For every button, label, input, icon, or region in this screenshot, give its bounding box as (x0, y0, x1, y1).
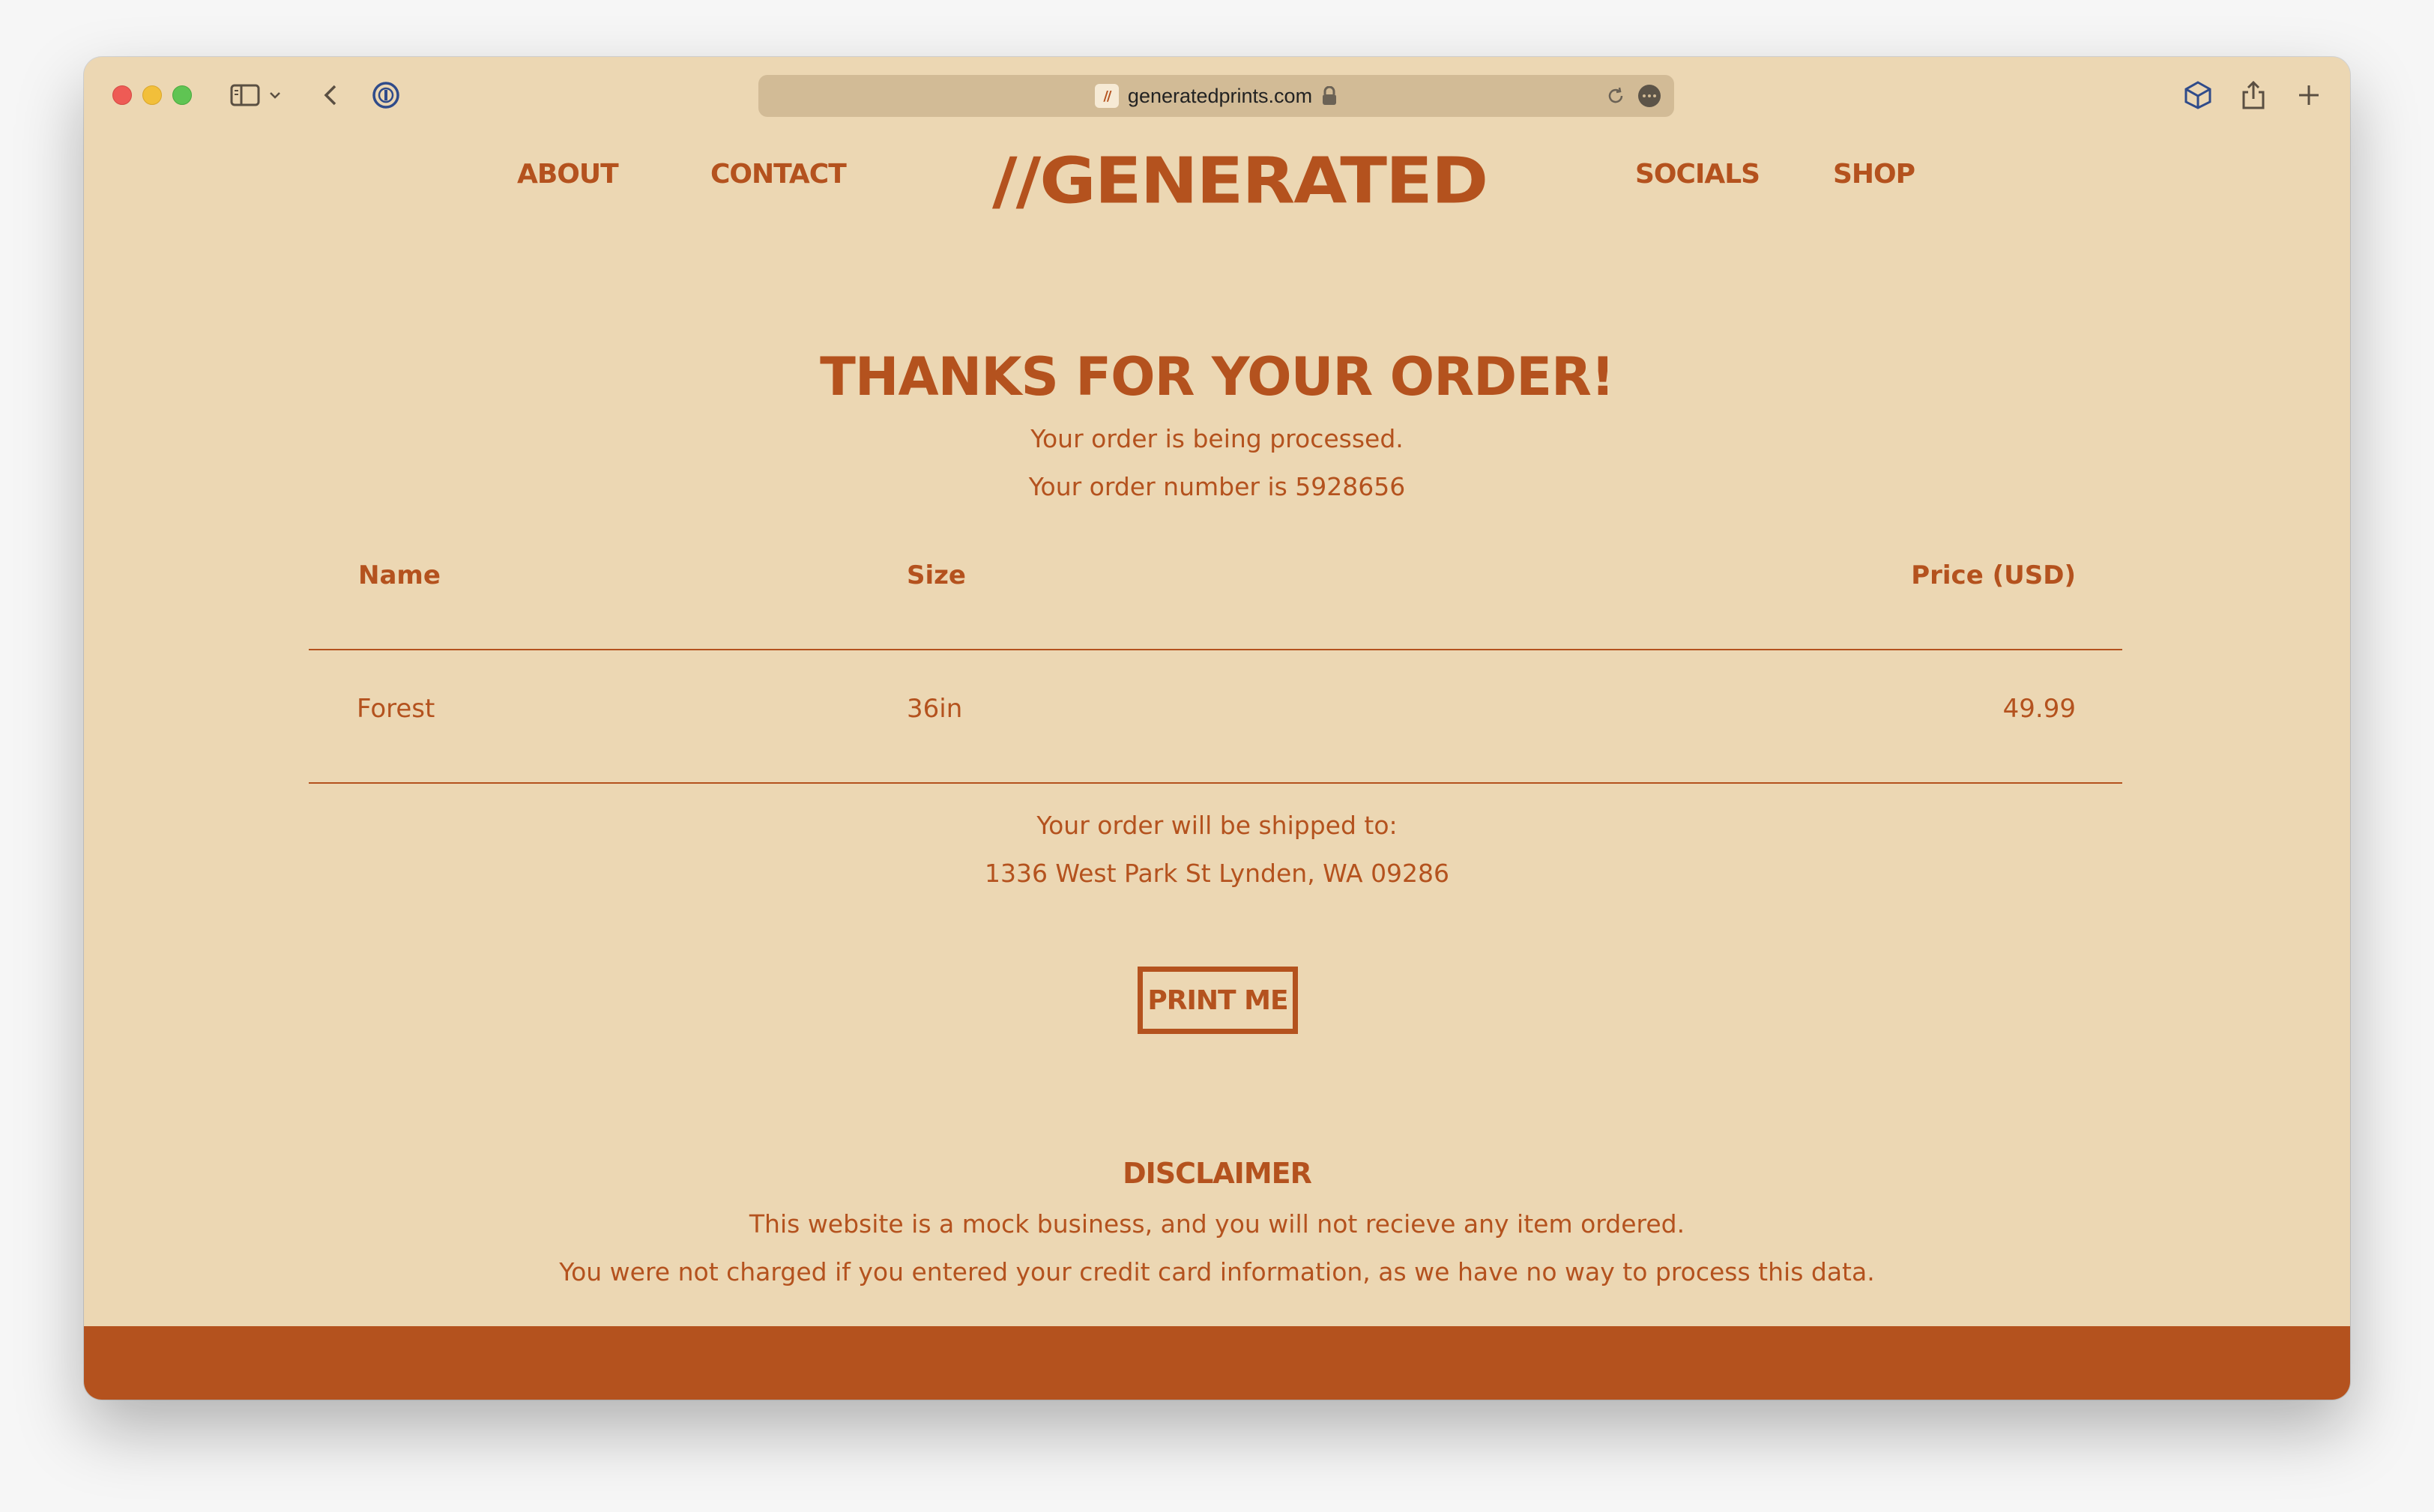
table-cell-name: Forest (357, 694, 435, 724)
site-footer (84, 1326, 2350, 1400)
sidebar-toggle-icon[interactable] (226, 76, 264, 114)
password-manager-icon[interactable] (367, 76, 405, 114)
shipping-address: 1336 West Park St Lynden, WA 09286 (984, 859, 1450, 888)
print-button[interactable]: PRINT ME (1138, 967, 1298, 1034)
table-cell-size: 36in (907, 694, 963, 724)
url-text: generatedprints.com (1127, 84, 1313, 107)
shipping-label: Your order will be shipped to: (1036, 811, 1398, 840)
chevron-down-icon[interactable] (264, 76, 286, 114)
nav-contact-link[interactable]: CONTACT (710, 159, 847, 190)
order-status-text: Your order is being processed. (1030, 424, 1404, 453)
close-window-button[interactable] (112, 85, 132, 105)
nav-shop-link[interactable]: SHOP (1833, 159, 1915, 190)
reload-icon[interactable] (1605, 85, 1626, 106)
nav-socials-link[interactable]: SOCIALS (1635, 159, 1760, 190)
column-header-size: Size (907, 560, 966, 590)
zoom-window-button[interactable] (172, 85, 192, 105)
browser-window: // generatedprints.com ABOUT CONTACT //G… (84, 57, 2350, 1400)
address-bar[interactable]: // generatedprints.com (758, 75, 1674, 117)
browser-toolbar: // generatedprints.com (84, 57, 2350, 135)
lock-icon (1321, 85, 1338, 106)
extension-cube-icon[interactable] (2179, 76, 2217, 114)
share-icon[interactable] (2235, 76, 2272, 114)
new-tab-plus-icon[interactable] (2290, 76, 2328, 114)
table-header-divider (309, 649, 2122, 650)
column-header-name: Name (358, 560, 441, 590)
minimize-window-button[interactable] (142, 85, 162, 105)
table-cell-price: 49.99 (2002, 694, 2076, 724)
page-title: THANKS FOR YOUR ORDER! (820, 346, 1615, 408)
column-header-price: Price (USD) (1911, 560, 2076, 590)
disclaimer-line-1: This website is a mock business, and you… (749, 1209, 1685, 1239)
table-row-divider (309, 782, 2122, 784)
site-logo[interactable]: //GENERATED (992, 144, 1488, 217)
more-options-icon[interactable] (1638, 85, 1661, 107)
site-favicon-icon: // (1094, 84, 1119, 108)
disclaimer-line-2: You were not charged if you entered your… (559, 1257, 1875, 1286)
nav-about-link[interactable]: ABOUT (517, 159, 619, 190)
back-arrow-icon[interactable] (312, 76, 349, 114)
order-number-text: Your order number is 5928656 (1028, 472, 1406, 501)
disclaimer-title: DISCLAIMER (1123, 1157, 1312, 1190)
